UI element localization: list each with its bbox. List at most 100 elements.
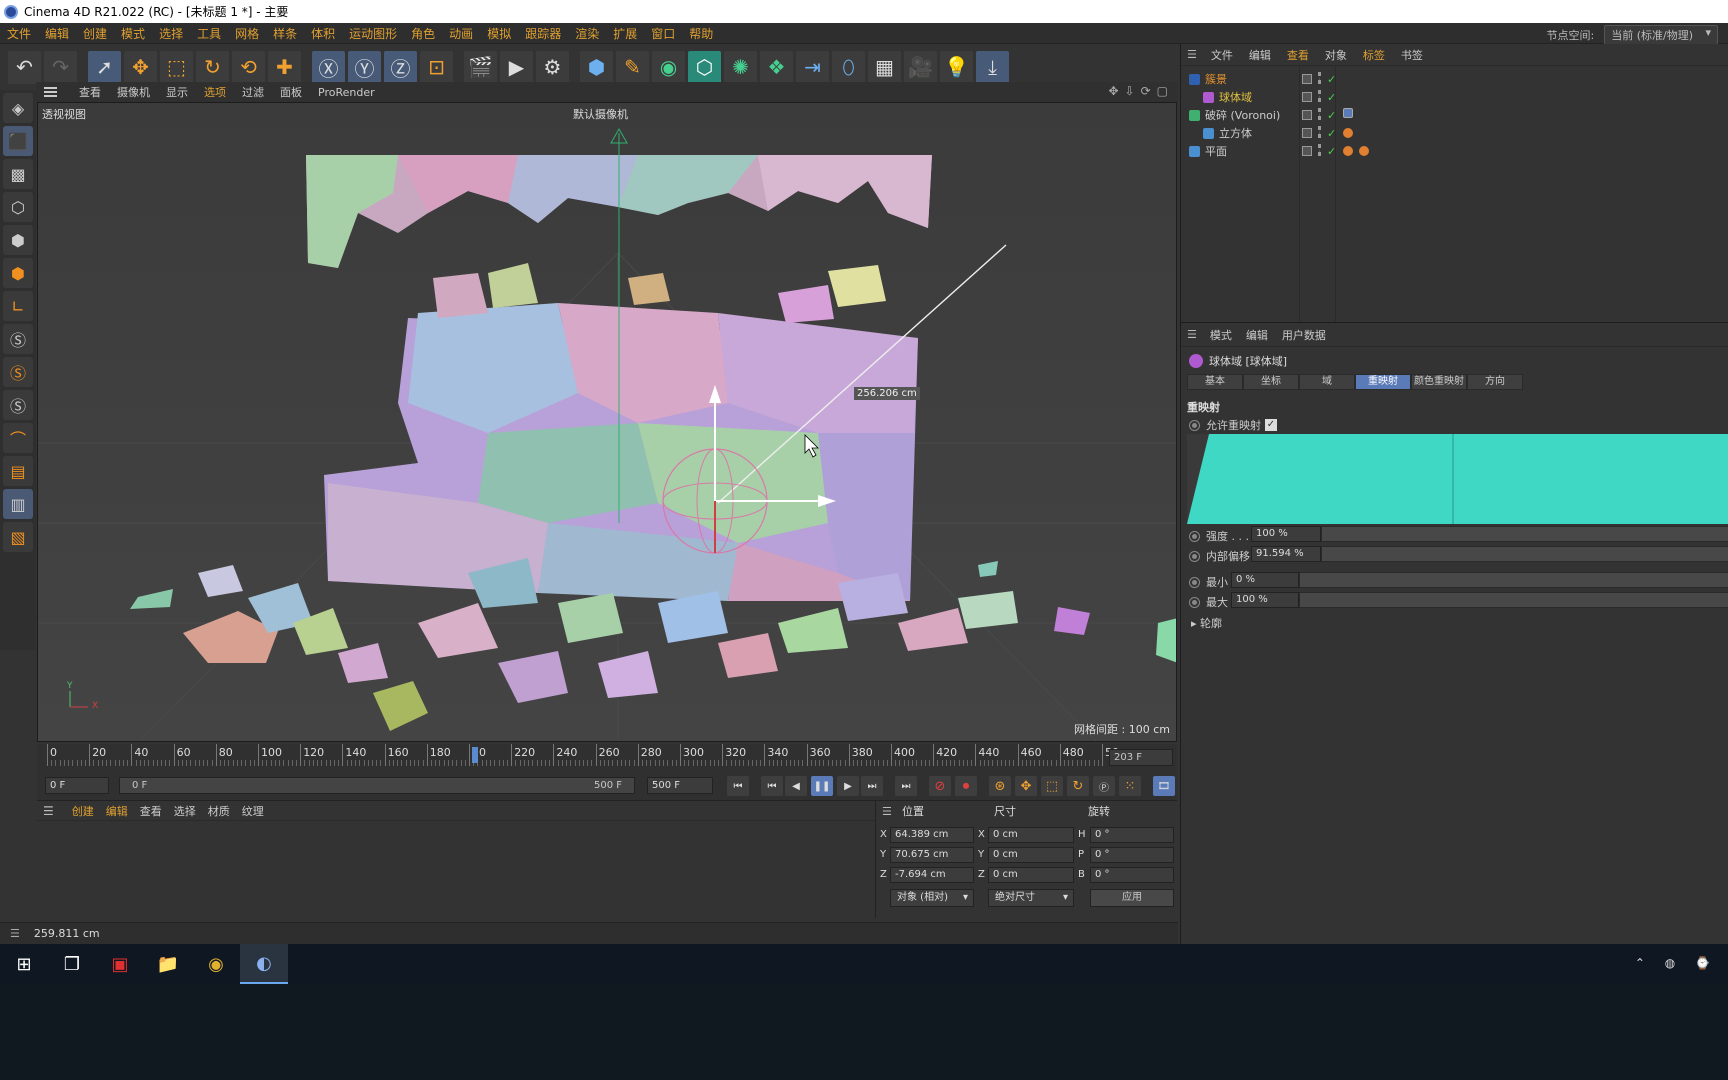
menu-item[interactable]: 渲染	[568, 25, 606, 42]
attribute-tab[interactable]: 方向	[1467, 374, 1523, 390]
end-frame-field[interactable]: 500 F	[647, 777, 713, 794]
mograph-cloner-icon[interactable]: ⬡	[688, 50, 721, 84]
attribute-menu-item[interactable]: 编辑	[1239, 327, 1275, 343]
coordinate-system-icon[interactable]: ⊡	[420, 50, 453, 84]
object-row[interactable]: 球体域 ✓	[1181, 88, 1728, 106]
key-rotation-icon[interactable]: ↻	[1067, 776, 1089, 796]
menu-item[interactable]: 工具	[190, 25, 228, 42]
position-field[interactable]: -7.694 cm	[890, 867, 974, 883]
enable-remap-anim-icon[interactable]	[1189, 419, 1200, 431]
object-name[interactable]: 平面	[1205, 143, 1227, 159]
min-slider[interactable]	[1299, 572, 1728, 588]
material-menu-icon[interactable]: ☰	[43, 804, 54, 818]
deformer-icon[interactable]: ✺	[724, 50, 757, 84]
viewport-menu-item[interactable]: ProRender	[310, 86, 383, 99]
menu-item[interactable]: 编辑	[38, 25, 76, 42]
viewport-menu-icon[interactable]	[44, 87, 57, 97]
go-to-end-icon[interactable]: ⏭	[895, 776, 917, 796]
min-anim-icon[interactable]	[1189, 576, 1200, 588]
quantize-icon[interactable]: Ⓢ	[3, 390, 33, 420]
menu-item[interactable]: 跟踪器	[518, 25, 568, 42]
viewport-menu-item[interactable]: 查看	[71, 84, 109, 100]
object-name[interactable]: 簇景	[1205, 71, 1227, 87]
render-picture-viewer-icon[interactable]: ▶	[500, 50, 533, 84]
scene-environment-icon[interactable]: ▦	[868, 50, 901, 84]
object-row[interactable]: 簇景 ✓	[1181, 70, 1728, 88]
contour-expand-icon[interactable]: ▸	[1191, 617, 1200, 630]
max-field[interactable]: 100 %	[1231, 592, 1299, 608]
material-menu-item[interactable]: 材质	[202, 803, 236, 819]
system-tray[interactable]: ⌃ ◍ ⌚	[1635, 956, 1718, 970]
snap-icon[interactable]: Ⓢ	[3, 324, 33, 354]
cloner-icon[interactable]: ❖	[760, 50, 793, 84]
key-scale-icon[interactable]: ⬚	[1041, 776, 1063, 796]
menu-item[interactable]: 动画	[442, 25, 480, 42]
material-menu-item[interactable]: 编辑	[100, 803, 134, 819]
texture-mode-icon[interactable]: ▩	[3, 159, 33, 189]
magnet-icon[interactable]: ⌒	[3, 423, 33, 453]
polygons-mode-icon[interactable]: ⬢	[3, 258, 33, 288]
key-position-icon[interactable]: ✥	[1015, 776, 1037, 796]
frame-ruler[interactable]: 0 20 40 60 80 100 120 140 160 180 20 220 240 260 280 30…	[47, 744, 1119, 772]
material-tag-icon[interactable]	[1343, 128, 1353, 138]
rotate-tool-icon[interactable]: ↻	[196, 50, 229, 84]
size-field[interactable]: 0 cm	[988, 867, 1074, 883]
menu-item[interactable]: 模式	[114, 25, 152, 42]
y-axis-lock-icon[interactable]: Ⓨ	[348, 50, 381, 84]
object-menu-item[interactable]: 文件	[1203, 47, 1241, 63]
field-tag-icon[interactable]	[1343, 108, 1353, 118]
autokey-icon[interactable]: ⏺	[955, 776, 977, 796]
viewport-menu-item[interactable]: 面板	[272, 84, 310, 100]
z-axis-lock-icon[interactable]: Ⓩ	[384, 50, 417, 84]
key-parameter-icon[interactable]: Ⓟ	[1093, 776, 1115, 796]
select-tool-icon[interactable]: ➚	[88, 50, 121, 84]
workplane-icon[interactable]: ▤	[3, 456, 33, 486]
next-key-icon[interactable]: ⏭	[861, 776, 883, 796]
light-icon[interactable]: 💡	[940, 50, 973, 84]
object-name[interactable]: 立方体	[1219, 125, 1252, 141]
status-menu-icon[interactable]: ☰	[10, 927, 20, 940]
undo-icon[interactable]: ↶	[8, 50, 41, 84]
previous-frame-icon[interactable]: ◀	[785, 776, 807, 796]
object-visibility-icon[interactable]	[1318, 108, 1322, 120]
attribute-tab[interactable]: 基本	[1187, 374, 1243, 390]
enable-remap-checkbox[interactable]: ✓	[1265, 419, 1277, 431]
rotation-field[interactable]: 0 °	[1090, 847, 1174, 863]
strength-anim-icon[interactable]	[1189, 530, 1200, 542]
coordinate-mode-dropdown[interactable]: 对象 (相对)	[890, 889, 974, 907]
pause-icon[interactable]: ❚❚	[811, 776, 833, 796]
youdao-app-icon[interactable]: ▣	[96, 944, 144, 984]
pen-spline-icon[interactable]: ✎	[616, 50, 649, 84]
menu-item[interactable]: 运动图形	[342, 25, 404, 42]
scale-tool-icon[interactable]: ⬚	[160, 50, 193, 84]
recent-tools-icon[interactable]: ⟲	[232, 50, 265, 84]
size-field[interactable]: 0 cm	[988, 827, 1074, 843]
render-view-icon[interactable]: 🎬	[464, 50, 497, 84]
object-name[interactable]: 球体域	[1219, 89, 1252, 105]
menu-item[interactable]: 窗口	[644, 25, 682, 42]
menu-item[interactable]: 扩展	[606, 25, 644, 42]
menu-item[interactable]: 模拟	[480, 25, 518, 42]
attribute-menu-icon[interactable]: ☰	[1187, 328, 1197, 341]
object-menu-item[interactable]: 对象	[1317, 47, 1355, 63]
object-layer-icon[interactable]	[1302, 92, 1312, 102]
max-slider[interactable]	[1299, 592, 1728, 608]
object-row[interactable]: 平面 ✓	[1181, 142, 1728, 160]
inner-offset-field[interactable]: 91.594 %	[1251, 546, 1321, 562]
object-row[interactable]: 破碎 (Voronoi) ✓	[1181, 106, 1728, 124]
playhead-marker[interactable]	[472, 747, 479, 763]
min-field[interactable]: 0 %	[1231, 572, 1299, 588]
attribute-tab[interactable]: 域	[1299, 374, 1355, 390]
coordinate-menu-icon[interactable]: ☰	[882, 805, 892, 818]
cinema4d-task-icon[interactable]: ◐	[240, 944, 288, 984]
rotation-field[interactable]: 0 °	[1090, 867, 1174, 883]
remap-curve-graph[interactable]	[1187, 434, 1728, 524]
viewport-scene[interactable]	[38, 103, 1177, 742]
object-layer-icon[interactable]	[1302, 128, 1312, 138]
viewport-menu-item[interactable]: 摄像机	[109, 84, 158, 100]
object-menu-icon[interactable]: ☰	[1187, 48, 1197, 61]
axis-mode-icon[interactable]: ∟	[3, 291, 33, 321]
subdivision-icon[interactable]: ◉	[652, 50, 685, 84]
viewport-menu-item[interactable]: 显示	[158, 84, 196, 100]
record-keys-icon[interactable]: ⊘	[929, 776, 951, 796]
